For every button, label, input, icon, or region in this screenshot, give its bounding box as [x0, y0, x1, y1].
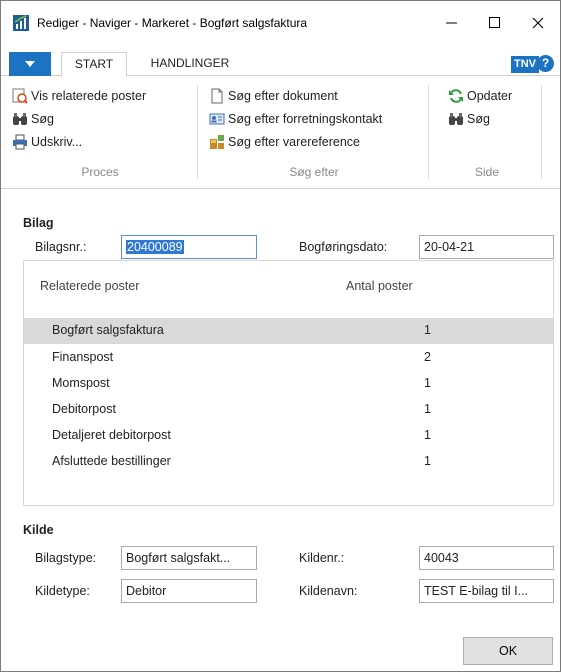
row-count: 1 — [424, 376, 431, 390]
row-name: Momspost — [52, 376, 110, 390]
grid-header: Relaterede poster Antal poster — [24, 261, 553, 313]
binoculars-icon — [449, 113, 463, 125]
print-label: Udskriv... — [31, 135, 83, 149]
file-menu-button[interactable] — [9, 52, 51, 76]
search-button[interactable]: Søg — [12, 109, 54, 129]
table-row[interactable]: Bogført salgsfaktura 1 — [24, 318, 553, 344]
row-count: 1 — [424, 323, 431, 337]
show-related-icon — [12, 88, 28, 104]
maximize-icon — [489, 17, 500, 28]
table-row[interactable]: Detaljeret debitorpost 1 — [24, 423, 553, 449]
find-business-contact-label: Søg efter forretningskontakt — [228, 112, 383, 126]
help-icon[interactable]: ? — [537, 55, 554, 72]
source-no-label: Kildenr.: — [299, 551, 345, 565]
source-type-field[interactable]: Debitor — [121, 579, 257, 603]
print-button[interactable]: Udskriv... — [12, 132, 82, 152]
find-business-contact-button[interactable]: Søg efter forretningskontakt — [209, 109, 382, 129]
row-name: Finanspost — [52, 350, 114, 364]
tab-handlinger[interactable]: HANDLINGER — [137, 52, 243, 76]
ok-button[interactable]: OK — [463, 637, 553, 665]
close-icon — [532, 17, 544, 29]
source-name-label: Kildenavn: — [299, 584, 358, 598]
document-no-field[interactable]: 20400089 — [121, 235, 257, 259]
section-title-bilag: Bilag — [23, 216, 54, 230]
table-row[interactable]: Momspost 1 — [24, 371, 553, 397]
ribbon-body: Vis relaterede poster Søg Udskriv... Pro… — [1, 77, 560, 189]
window-title: Rediger - Naviger - Markeret - Bogført s… — [37, 16, 308, 30]
row-name: Detaljeret debitorpost — [52, 428, 171, 442]
group-label-sog-efter: Søg efter — [289, 165, 339, 179]
row-name: Bogført salgsfaktura — [52, 323, 164, 337]
source-no-field[interactable]: 40043 — [419, 546, 554, 570]
group-separator — [541, 85, 542, 179]
document-type-field[interactable]: Bogført salgsfakt... — [121, 546, 257, 570]
group-separator — [197, 85, 198, 179]
ribbon-tabs: START HANDLINGER TNV ? — [1, 52, 560, 77]
row-name: Debitorpost — [52, 402, 116, 416]
find-item-reference-button[interactable]: Søg efter varereference — [209, 132, 360, 152]
page-search-label: Søg — [467, 112, 490, 126]
row-count: 1 — [424, 428, 431, 442]
document-no-value: 20400089 — [126, 240, 184, 254]
minimize-icon — [446, 22, 457, 24]
row-name: Afsluttede bestillinger — [52, 454, 171, 468]
document-no-label: Bilagsnr.: — [35, 240, 87, 254]
close-button[interactable] — [518, 9, 558, 37]
find-document-label: Søg efter dokument — [228, 89, 338, 103]
tab-start[interactable]: START — [61, 52, 127, 77]
item-reference-icon — [210, 135, 224, 149]
refresh-button[interactable]: Opdater — [448, 86, 512, 106]
group-separator — [428, 85, 429, 179]
maximize-button[interactable] — [475, 9, 515, 37]
show-related-entries-button[interactable]: Vis relaterede poster — [12, 86, 146, 106]
row-count: 1 — [424, 454, 431, 468]
title-bar: Rediger - Naviger - Markeret - Bogført s… — [1, 1, 560, 45]
page-search-button[interactable]: Søg — [448, 109, 490, 129]
column-header-entry-count[interactable]: Antal poster — [346, 279, 413, 293]
find-item-reference-label: Søg efter varereference — [228, 135, 361, 149]
app-logo-icon — [13, 15, 29, 31]
dialog-window: Rediger - Naviger - Markeret - Bogført s… — [0, 0, 561, 672]
find-document-button[interactable]: Søg efter dokument — [209, 86, 338, 106]
row-count: 1 — [424, 402, 431, 416]
minimize-button[interactable] — [432, 9, 472, 37]
printer-icon — [13, 134, 27, 150]
related-entries-grid: Relaterede poster Antal poster Bogført s… — [23, 260, 554, 506]
document-icon — [211, 88, 223, 104]
refresh-icon — [449, 89, 463, 103]
show-related-label: Vis relaterede poster — [31, 89, 147, 103]
posting-date-field[interactable]: 20-04-21 — [419, 235, 554, 259]
source-type-label: Kildetype: — [35, 584, 90, 598]
column-header-related-entries[interactable]: Relaterede poster — [40, 279, 139, 293]
table-row[interactable]: Afsluttede bestillinger 1 — [24, 449, 553, 475]
group-label-side: Side — [474, 165, 500, 179]
posting-date-label: Bogføringsdato: — [299, 240, 388, 254]
group-label-proces: Proces — [81, 165, 119, 179]
user-badge[interactable]: TNV — [511, 56, 539, 73]
chevron-down-icon — [25, 61, 35, 67]
search-label: Søg — [31, 112, 54, 126]
contact-card-icon — [209, 113, 225, 125]
binoculars-icon — [13, 113, 27, 125]
table-row[interactable]: Debitorpost 1 — [24, 397, 553, 423]
refresh-label: Opdater — [467, 89, 513, 103]
document-type-label: Bilagstype: — [35, 551, 97, 565]
source-name-field[interactable]: TEST E-bilag til I... — [419, 579, 554, 603]
section-title-kilde: Kilde — [23, 523, 54, 537]
row-count: 2 — [424, 350, 431, 364]
table-row[interactable]: Finanspost 2 — [24, 345, 553, 371]
